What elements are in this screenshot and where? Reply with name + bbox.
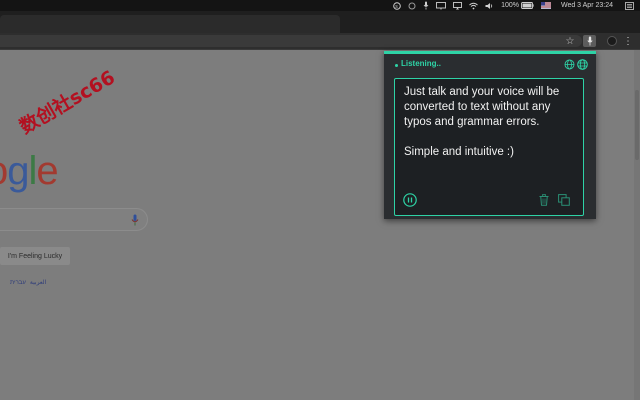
menu-list-icon[interactable]	[625, 1, 634, 10]
cast-icon[interactable]	[453, 1, 463, 10]
language-links: العربية עברית	[10, 279, 50, 286]
mic-icon[interactable]	[423, 1, 429, 10]
language-link[interactable]: עברית	[10, 280, 26, 286]
volume-icon[interactable]	[485, 2, 494, 10]
menu-dots-icon[interactable]: ⋮	[622, 35, 634, 47]
flag-icon[interactable]	[540, 2, 551, 9]
voice-extension-mic-icon[interactable]	[583, 35, 596, 47]
address-bar[interactable]	[0, 35, 582, 47]
copy-icon[interactable]	[558, 194, 570, 206]
browser-tab-strip	[0, 11, 640, 33]
skype-icon[interactable]: s	[393, 1, 401, 10]
circle-icon[interactable]	[408, 2, 416, 10]
popup-header: Listening..	[384, 58, 596, 72]
pause-icon[interactable]	[403, 193, 417, 207]
wifi-icon[interactable]	[469, 2, 478, 10]
profile-icon[interactable]	[606, 35, 618, 47]
listening-indicator-dot	[395, 64, 398, 67]
page-scrollbar[interactable]	[634, 50, 640, 400]
globe-icon[interactable]	[564, 59, 575, 70]
transcript-text[interactable]: Just talk and your voice will be convert…	[404, 85, 576, 160]
language-globe-icon[interactable]	[577, 59, 588, 70]
datetime[interactable]: Wed 3 Apr 23:24	[561, 0, 613, 11]
listening-status: Listening..	[401, 59, 441, 68]
search-mic-icon[interactable]	[131, 214, 139, 226]
browser-toolbar: ☆ ⋮	[0, 33, 640, 50]
star-icon[interactable]: ☆	[564, 35, 576, 47]
system-menu-bar: s 100% Wed 3 Apr 23:24	[0, 0, 640, 11]
battery-percent: 100%	[501, 2, 519, 9]
browser-tab[interactable]	[0, 15, 340, 33]
transcript-panel[interactable]: Just talk and your voice will be convert…	[394, 78, 584, 216]
search-input[interactable]	[0, 208, 148, 231]
feeling-lucky-button[interactable]: I'm Feeling Lucky	[0, 247, 70, 265]
language-link[interactable]: العربية	[30, 280, 46, 286]
trash-icon[interactable]	[539, 194, 549, 206]
display-icon[interactable]	[436, 1, 447, 10]
battery-icon[interactable]	[521, 2, 534, 9]
voice-typing-popup: Listening.. Just talk and your voice wil…	[384, 51, 596, 219]
google-logo: ogle	[0, 149, 59, 193]
